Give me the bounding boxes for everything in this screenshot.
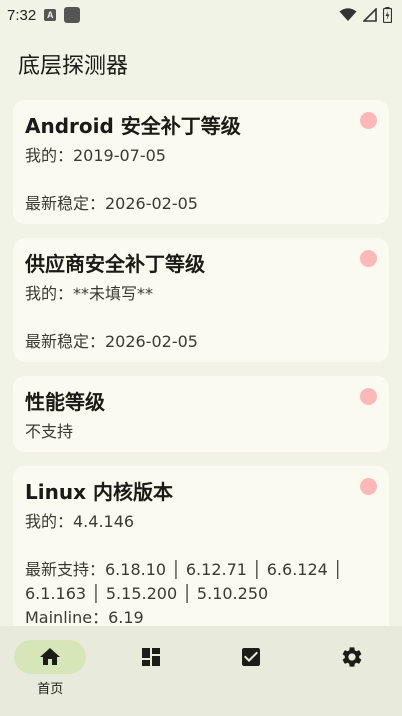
card-linux-kernel-version[interactable]: Linux 内核版本 我的：4.4.146 最新支持：6.18.10 │ 6.1… — [13, 466, 389, 626]
card-android-security-patch[interactable]: Android 安全补丁等级 我的：2019-07-05 最新稳定：2026-0… — [13, 100, 389, 224]
card-title: Android 安全补丁等级 — [25, 114, 241, 138]
notification-a-icon: A — [44, 9, 57, 21]
page-title: 底层探测器 — [18, 54, 129, 79]
checkbox-icon — [242, 648, 261, 666]
nav-item-settings[interactable] — [302, 626, 402, 716]
status-dot — [360, 478, 377, 495]
status-bar: 7:32 A — [0, 0, 402, 30]
nav-active-indicator — [14, 640, 87, 674]
nav-item-checklist[interactable] — [201, 626, 302, 716]
card-supported-versions-line-2: 6.1.163 │ 5.15.200 │ 5.10.250 — [25, 584, 269, 603]
bottom-navigation: 首页 — [0, 626, 402, 716]
card-my-value: 我的：4.4.146 — [25, 512, 135, 531]
nav-item-home[interactable]: 首页 — [0, 626, 101, 716]
status-dot — [360, 112, 377, 129]
gear-icon — [342, 647, 362, 667]
status-left: 7:32 A — [7, 6, 81, 24]
card-performance-class[interactable]: 性能等级 不支持 — [13, 376, 389, 452]
notification-app-icon — [64, 7, 81, 23]
signal-icon — [363, 8, 377, 22]
dashboard-icon — [141, 648, 160, 666]
status-time: 7:32 — [7, 6, 37, 24]
card-title: Linux 内核版本 — [25, 480, 173, 504]
card-supported-versions-line-1: 最新支持：6.18.10 │ 6.12.71 │ 6.6.124 │ — [25, 560, 343, 579]
battery-icon — [383, 7, 392, 23]
card-my-value: 我的：2019-07-05 — [25, 146, 166, 165]
card-latest-value: 最新稳定：2026-02-05 — [25, 194, 198, 213]
card-mainline-value: Mainline：6.19 — [25, 608, 144, 626]
home-icon — [40, 648, 61, 665]
card-latest-value: 最新稳定：2026-02-05 — [25, 332, 198, 351]
wifi-icon — [339, 8, 357, 21]
nav-label-home: 首页 — [37, 682, 64, 697]
card-title: 性能等级 — [25, 390, 105, 414]
status-right — [339, 7, 392, 23]
card-title: 供应商安全补丁等级 — [25, 252, 205, 276]
content-scroll-area[interactable]: Android 安全补丁等级 我的：2019-07-05 最新稳定：2026-0… — [0, 92, 402, 626]
nav-item-dashboard[interactable] — [101, 626, 202, 716]
card-my-value: 我的：**未填写** — [25, 284, 154, 303]
card-my-value: 不支持 — [25, 422, 74, 441]
status-dot — [360, 388, 377, 405]
status-dot — [360, 250, 377, 267]
card-vendor-security-patch[interactable]: 供应商安全补丁等级 我的：**未填写** 最新稳定：2026-02-05 — [13, 238, 389, 362]
